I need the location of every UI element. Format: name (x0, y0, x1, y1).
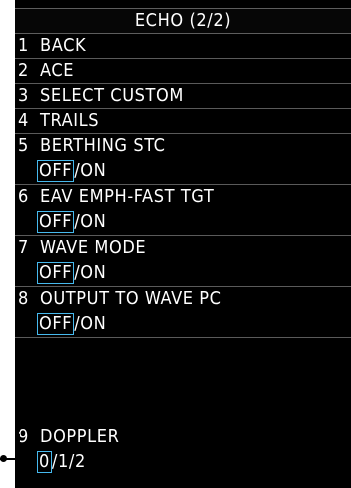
menu-item-wave-mode[interactable]: 7 WAVE MODE OFF/ON (15, 236, 351, 287)
menu-item-label: WAVE MODE (40, 237, 147, 258)
menu-item-ace[interactable]: 2 ACE (15, 59, 351, 84)
option-off-selected[interactable]: OFF (37, 313, 75, 335)
menu-item-eav-emph-fast-tgt[interactable]: 6 EAV EMPH-FAST TGT OFF/ON (15, 185, 351, 236)
menu-item-label: SELECT CUSTOM (40, 85, 184, 106)
menu-item-number: 4 (18, 110, 29, 131)
menu-item-number: 8 (18, 288, 29, 309)
menu-item-label: BACK (40, 35, 87, 56)
menu-item-output-to-wave-pc[interactable]: 8 OUTPUT TO WAVE PC OFF/ON (15, 287, 351, 338)
menu-item-label: EAV EMPH-FAST TGT (40, 186, 215, 207)
doppler-callout-box (19, 425, 351, 488)
menu-item-label: OUTPUT TO WAVE PC (40, 288, 222, 309)
option-on[interactable]: ON (80, 262, 106, 283)
option-on[interactable]: ON (80, 211, 106, 232)
menu-item-label: BERTHING STC (40, 135, 166, 156)
callout-leader-dot (0, 455, 7, 462)
wave-mode-options[interactable]: OFF/ON (37, 262, 106, 284)
menu-item-number: 3 (18, 85, 29, 106)
menu-item-trails[interactable]: 4 TRAILS (15, 109, 351, 134)
menu-item-select-custom[interactable]: 3 SELECT CUSTOM (15, 84, 351, 109)
menu-item-number: 2 (18, 60, 29, 81)
menu-item-number: 1 (18, 35, 29, 56)
berthing-stc-options[interactable]: OFF/ON (37, 160, 106, 182)
menu-item-number: 5 (18, 135, 29, 156)
output-to-wave-pc-options[interactable]: OFF/ON (37, 313, 106, 335)
option-off-selected[interactable]: OFF (37, 160, 75, 182)
menu-item-label: ACE (40, 60, 75, 81)
menu-item-back[interactable]: 1 BACK (15, 34, 351, 59)
echo-menu: ECHO (2/2) 1 BACK 2 ACE 3 SELECT CUSTOM … (15, 0, 351, 488)
menu-title: ECHO (2/2) (15, 8, 351, 34)
page: ECHO (2/2) 1 BACK 2 ACE 3 SELECT CUSTOM … (0, 0, 351, 488)
option-on[interactable]: ON (80, 160, 106, 181)
option-off-selected[interactable]: OFF (37, 262, 75, 284)
eav-emph-options[interactable]: OFF/ON (37, 211, 106, 233)
menu-item-number: 6 (18, 186, 29, 207)
menu-item-label: TRAILS (40, 110, 100, 131)
menu-item-number: 7 (18, 237, 29, 258)
option-on[interactable]: ON (80, 313, 106, 334)
option-off-selected[interactable]: OFF (37, 211, 75, 233)
menu-item-berthing-stc[interactable]: 5 BERTHING STC OFF/ON (15, 134, 351, 185)
